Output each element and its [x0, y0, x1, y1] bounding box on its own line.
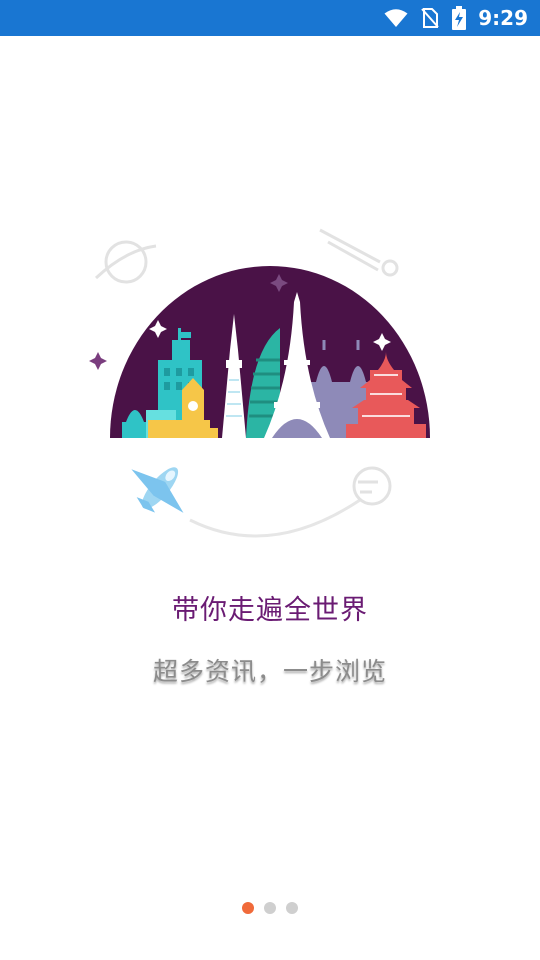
- airplane-icon: [131, 467, 184, 513]
- city-skyline-illustration: [89, 228, 430, 538]
- battery-charging-icon: [452, 6, 467, 30]
- planet-icon: [94, 240, 157, 284]
- status-time: 9:29: [478, 6, 528, 30]
- orbit-arc: [189, 498, 361, 538]
- status-icons: 9:29: [384, 0, 528, 36]
- onboarding-subtitle: 超多资讯，一步浏览: [152, 657, 387, 686]
- status-bar: 9:29: [0, 0, 540, 36]
- wifi-icon: [384, 9, 408, 27]
- page-dot-3[interactable]: [286, 902, 298, 914]
- page-dot-2[interactable]: [264, 902, 276, 914]
- no-sim-icon: [421, 8, 439, 28]
- onboarding-title: 带你走遍全世界: [172, 595, 368, 626]
- comet-icon: [319, 228, 399, 277]
- page-indicator: [0, 902, 540, 914]
- moon-icon: [352, 466, 392, 506]
- page-dot-1[interactable]: [242, 902, 254, 914]
